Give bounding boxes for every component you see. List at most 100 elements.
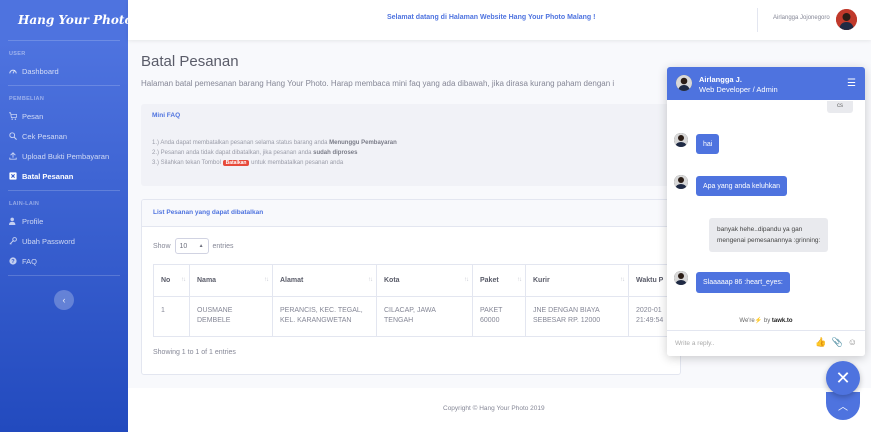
sidebar-item-label: Dashboard: [22, 66, 59, 76]
select-arrows-icon: ▲: [198, 243, 204, 249]
sort-icon: ↑↓: [368, 277, 373, 283]
sidebar-heading-pembelian: PEMBELIAN: [9, 96, 45, 102]
chat-message-partial: cs: [827, 101, 853, 113]
cancel-box-icon: [9, 172, 17, 180]
topbar-divider: [757, 8, 758, 32]
sidebar-heading-user: USER: [9, 51, 26, 57]
sort-icon: ↑↓: [620, 277, 625, 283]
agent-avatar-small: [674, 175, 688, 189]
topbar: Selamat datang di Halaman Website Hang Y…: [128, 0, 871, 40]
sidebar-item-label: Ubah Password: [22, 236, 75, 246]
column-header-kurir[interactable]: Kurir ↑↓: [525, 264, 629, 297]
chat-close-button[interactable]: ✕: [826, 361, 860, 395]
user-name[interactable]: Airlangga Jojonegoro: [773, 15, 830, 21]
sidebar: Hang Your Photo USER Dashboard PEMBELIAN…: [0, 0, 132, 432]
upload-icon: [9, 152, 17, 160]
chat-message-agent: hai: [696, 134, 720, 154]
entries-label: entries: [212, 242, 234, 250]
agent-role: Web Developer / Admin: [699, 85, 778, 94]
batalkan-badge: Batalkan: [222, 160, 250, 166]
cell-kota: CILACAP, JAWA TENGAH: [376, 296, 473, 337]
mini-faq-content: 1.) Anda dapat membatalkan pesanan selam…: [141, 128, 681, 178]
thumbs-up-icon[interactable]: 👍: [815, 337, 826, 348]
table-header-row: No ↑↓ Nama ↑↓ Alamat ↑↓ Kota ↑↓ Paket ↑↓ Kuri…: [153, 264, 674, 297]
sort-icon: ↑↓: [517, 277, 522, 283]
agent-avatar: [676, 75, 692, 91]
agent-avatar-small: [674, 271, 688, 285]
agent-avatar-small: [674, 133, 688, 147]
mini-faq-title: Mini FAQ: [152, 112, 181, 119]
sidebar-item-label: Cek Pesanan: [22, 131, 68, 141]
user-avatar-icon: [836, 9, 857, 30]
question-icon: ?: [9, 257, 17, 265]
footer: Copyright © Hang Your Photo 2019: [128, 388, 871, 432]
key-icon: [9, 237, 17, 245]
cell-paket: PAKET 60000: [472, 296, 526, 337]
cell-kurir: JNE DENGAN BIAYA SEBESAR RP. 12000: [525, 296, 629, 337]
sidebar-divider: [8, 275, 120, 276]
gauge-icon: [9, 69, 17, 74]
svg-text:?: ?: [11, 259, 15, 265]
chat-message-agent: Apa yang anda keluhkan: [696, 176, 788, 196]
sidebar-item-label: Profile: [22, 216, 44, 226]
order-table: No ↑↓ Nama ↑↓ Alamat ↑↓ Kota ↑↓ Paket ↑↓ Kuri…: [153, 264, 674, 337]
show-label: Show: [153, 242, 171, 250]
chat-message-agent: Slaaaaap 86 :heart_eyes:: [696, 272, 790, 293]
entries-length-control: Show 10 ▲ entries: [153, 238, 234, 254]
sidebar-item-ubah-password[interactable]: Ubah Password: [0, 231, 128, 251]
powered-by-tawk[interactable]: We're⚡ by tawk.to: [667, 317, 865, 324]
chat-menu-icon[interactable]: ☰: [847, 78, 856, 89]
emoji-icon[interactable]: ☺: [848, 337, 857, 348]
sidebar-item-label: Upload Bukti Pembayaran: [22, 151, 110, 161]
order-list-title: List Pesanan yang dapat dibatalkan: [142, 200, 680, 227]
chat-widget: Airlangga J. Web Developer / Admin ☰ cs …: [667, 67, 865, 356]
cell-alamat: PERANCIS, KEC. TEGAL, KEL. KARANGWETAN: [272, 296, 377, 337]
column-header-paket[interactable]: Paket ↑↓: [472, 264, 526, 297]
column-header-nama[interactable]: Nama ↑↓: [189, 264, 273, 297]
sidebar-item-faq[interactable]: ? FAQ: [0, 251, 128, 271]
sort-icon: ↑↓: [464, 277, 469, 283]
brand[interactable]: Hang Your Photo: [0, 0, 132, 40]
page-description: Halaman batal pemesanan barang Hang Your…: [141, 79, 615, 88]
sidebar-item-upload-bukti[interactable]: Upload Bukti Pembayaran: [0, 146, 128, 166]
reply-placeholder: Write a reply..: [675, 340, 715, 347]
order-list-card: List Pesanan yang dapat dibatalkan Show …: [141, 199, 681, 375]
agent-name: Airlangga J.: [699, 75, 742, 84]
faq-line-2: 2.) Pesanan anda tidak dapat dibatalkan,…: [152, 150, 358, 156]
table-info: Showing 1 to 1 of 1 entries: [153, 349, 236, 356]
mini-faq-card: Mini FAQ 1.) Anda dapat membatalkan pesa…: [141, 104, 681, 186]
search-icon: [9, 132, 17, 140]
brand-name: Hang Your Photo: [18, 13, 133, 27]
sidebar-heading-lain-lain: LAIN-LAIN: [9, 201, 40, 207]
sidebar-item-pesan[interactable]: Pesan: [0, 106, 128, 126]
welcome-message: Selamat datang di Halaman Website Hang Y…: [387, 14, 596, 21]
cell-no: 1: [153, 296, 190, 337]
attachment-icon[interactable]: 📎: [832, 337, 843, 348]
sidebar-item-label: Pesan: [22, 111, 44, 121]
sidebar-item-profile[interactable]: Profile: [0, 211, 128, 231]
column-header-no[interactable]: No ↑↓: [153, 264, 190, 297]
sidebar-item-label: FAQ: [22, 256, 38, 266]
chat-input-actions: 👍 📎 ☺: [815, 337, 857, 348]
entries-select[interactable]: 10 ▲: [174, 238, 209, 254]
faq-line-1: 1.) Anda dapat membatalkan pesanan selam…: [152, 140, 397, 146]
sort-icon: ↑↓: [264, 277, 269, 283]
sort-icon: ↑↓: [181, 277, 186, 283]
agent-avatar-icon: [676, 75, 692, 91]
sidebar-toggle-button[interactable]: ‹: [54, 290, 74, 310]
table-row: 1 OUSMANE DEMBELE PERANCIS, KEC. TEGAL, KE…: [153, 296, 674, 337]
user-icon: [9, 217, 16, 225]
page-title: Batal Pesanan: [141, 53, 239, 70]
sidebar-item-batal-pesanan[interactable]: Batal Pesanan: [0, 166, 128, 186]
chat-header: Airlangga J. Web Developer / Admin ☰: [667, 67, 865, 100]
column-header-alamat[interactable]: Alamat ↑↓: [272, 264, 377, 297]
chat-reply-input[interactable]: Write a reply.. 👍 📎 ☺: [667, 330, 865, 356]
column-header-kota[interactable]: Kota ↑↓: [376, 264, 473, 297]
faq-line-3: 3.) Silahkan tekan Tombol Batalkan untuk…: [152, 160, 344, 166]
copyright-text: Copyright © Hang Your Photo 2019: [443, 405, 545, 412]
sidebar-item-dashboard[interactable]: Dashboard: [0, 61, 128, 81]
user-avatar[interactable]: [836, 9, 857, 30]
sidebar-item-cek-pesanan[interactable]: Cek Pesanan: [0, 126, 128, 146]
sidebar-item-label: Batal Pesanan: [22, 171, 74, 181]
cart-icon: [9, 112, 17, 120]
